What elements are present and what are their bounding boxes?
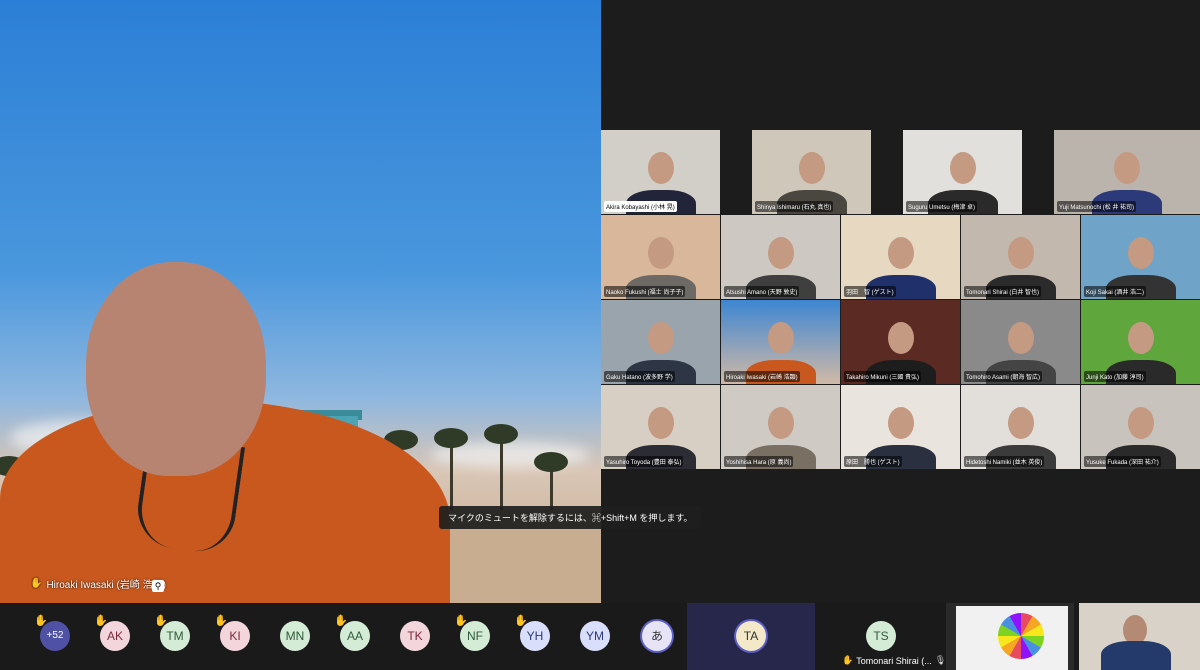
participant-name: Takahiro Mikuni (三國 貴弘) [844,371,922,382]
speaker-name-label: ✋ Hiroaki Iwasaki (岩崎 浩顕) [30,576,166,591]
speaker-name: Hiroaki Iwasaki (岩崎 浩顕) [46,580,166,591]
participant-name: Yuji Matsunochi (松 井 祐司) [1057,201,1137,212]
mic-off-icon: 🎙 [934,655,947,665]
participant-tile[interactable]: Yuji Matsunochi (松 井 祐司) [1054,130,1200,214]
participant-name: Yusuke Fukada (深田 祐介) [1084,456,1161,467]
participant-tile[interactable]: Yusuke Fukada (深田 祐介) [1081,385,1200,469]
palm-tree [450,440,453,510]
participant-tile[interactable]: Koji Sakai (酒井 浩二) [1081,215,1200,299]
palm-tree [500,436,503,510]
unmute-hint-toast: マイクのミュートを解除するには、⌘+Shift+M を押します。 [439,506,702,529]
participant-tile[interactable]: Yasuhiro Toyoda (豊田 泰弘) [601,385,720,469]
participant-name: Akira Kobayashi (小林 晃) [604,201,677,212]
participant-tile[interactable]: Akira Kobayashi (小林 晃) [601,130,720,214]
participant-tile[interactable]: Hiroaki Iwasaki (岩崎 浩顕) [721,300,840,384]
participant-name: Gaku Hatano (波多野 学) [604,371,675,382]
participant-name: Hiroaki Iwasaki (岩崎 浩顕) [724,371,800,382]
participant-avatar[interactable]: MN [280,621,310,651]
participant-avatar[interactable]: AK [100,621,130,651]
participant-name: Tomonari Shirai (... [856,655,932,666]
participant-name: Tomonari Shirai (白井 智也) [964,286,1042,297]
participant-avatar[interactable]: TA [736,621,766,651]
participant-name-label: ✋ Tomonari Shirai (... 🎙 [842,655,946,666]
participant-name: Naoko Fukushi (福士 尚子子) [604,286,686,297]
participant-name: Koji Sakai (酒井 浩二) [1084,286,1147,297]
palm-tree-top [434,428,468,448]
self-video-thumbnail[interactable] [1079,603,1200,670]
roulette-wheel [998,613,1044,659]
participant-name: Yasuhiro Toyoda (豊田 泰弘) [604,456,684,467]
participant-tile[interactable]: Atsushi Amano (天野 敦史) [721,215,840,299]
raised-hand-icon: ✋ [30,578,43,589]
participant-avatar[interactable]: KI [220,621,250,651]
participant-avatar[interactable]: AA [340,621,370,651]
participant-avatar[interactable]: YH [520,621,550,651]
more-participants-button[interactable]: +52 [40,621,70,651]
participant-tile[interactable]: Hidetoshi Namiki (並木 英俊) [961,385,1080,469]
participant-name: 原田 勝也 (ゲスト) [844,456,902,467]
participant-name: Shinya Ishimaru (石丸 真也) [755,201,834,212]
participant-tile[interactable]: Shinya Ishimaru (石丸 真也) [752,130,871,214]
participant-name: Hidetoshi Namiki (並木 英俊) [964,456,1045,467]
raised-hand-icon: ✋ [842,655,854,665]
participant-name: Yoshihisa Hara (原 義尚) [724,456,794,467]
gallery-view: Akira Kobayashi (小林 晃) Shinya Ishimaru (… [601,130,1200,471]
participant-avatar[interactable]: NF [460,621,490,651]
participant-tile[interactable]: Yoshihisa Hara (原 義尚) [721,385,840,469]
participant-name: Suguru Umetsu (梅津 卓) [906,201,978,212]
pin-icon[interactable]: ⚲ [152,580,164,592]
participant-tile[interactable]: Tomohiro Asami (朝海 智広) [961,300,1080,384]
palm-tree-top [534,452,568,472]
shared-screen-thumbnail[interactable] [946,603,1074,670]
participant-tile[interactable]: Naoko Fukushi (福士 尚子子) [601,215,720,299]
participant-avatar[interactable]: あ [642,621,672,651]
shared-content [956,606,1068,670]
participant-avatar[interactable]: TS [866,621,896,651]
participant-tile[interactable]: Takahiro Mikuni (三國 貴弘) [841,300,960,384]
participant-tile[interactable]: 羽田 智 (ゲスト) [841,215,960,299]
participant-avatar[interactable]: YM [580,621,610,651]
participant-tile[interactable]: Suguru Umetsu (梅津 卓) [903,130,1022,214]
participant-tile[interactable]: Junji Kato (加藤 淳司) [1081,300,1200,384]
participant-avatar[interactable]: TM [160,621,190,651]
participant-name: Junji Kato (加藤 淳司) [1084,371,1146,382]
participant-tile[interactable]: Tomonari Shirai (白井 智也) [961,215,1080,299]
participant-avatar[interactable]: TK [400,621,430,651]
participant-tile[interactable]: 原田 勝也 (ゲスト) [841,385,960,469]
self-body [1101,641,1171,670]
speaker-head [86,262,266,476]
participant-name: 羽田 智 (ゲスト) [844,286,896,297]
palm-tree-top [484,424,518,444]
participant-name: Tomohiro Asami (朝海 智広) [964,371,1043,382]
participant-name: Atsushi Amano (天野 敦史) [724,286,800,297]
participant-tile[interactable]: Gaku Hatano (波多野 学) [601,300,720,384]
